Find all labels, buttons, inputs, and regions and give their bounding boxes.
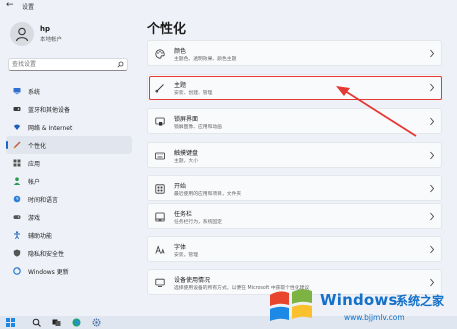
card-title: 设备使用情况 [174,277,211,284]
user-profile[interactable]: hp 本地帐户 [10,22,130,48]
edge-browser-icon[interactable] [72,318,81,327]
settings-card-fonts[interactable]: 字体 安装，管理 [147,236,442,262]
card-title: 颜色 [174,48,187,55]
card-title: 字体 [174,244,187,251]
card-title: 开始 [174,183,187,190]
sidebar-item-label: Windows 更新 [28,269,69,276]
sidebar-item-system[interactable]: 系统 [6,82,132,100]
sidebar-item-label: 辅助功能 [28,233,53,240]
back-arrow-icon[interactable]: ← [6,0,14,10]
bluetooth-icon [13,107,21,111]
card-subtitle: 最近使用的应用和项目，文件夹 [174,192,242,197]
wifi-icon [13,124,21,130]
sidebar-item-personalization[interactable]: 个性化 [6,136,132,154]
start-icon [155,184,165,194]
sidebar-nav: 系统 蓝牙和其他设备 网络 & Internet 个性化 应用 帐户 时间和语言… [6,82,132,280]
active-indicator [6,141,8,149]
person-avatar-icon [15,27,29,42]
avatar [10,22,34,46]
apps-icon [13,159,21,167]
card-subtitle: 主题，大小 [174,159,198,164]
sidebar-item-label: 个性化 [28,143,47,150]
person-icon [13,177,21,185]
sidebar-item-label: 网络 & Internet [28,125,73,132]
accessibility-icon [14,231,20,239]
settings-card-touch-keyboard[interactable]: 触摸键盘 主题，大小 [147,142,442,168]
windows-logo-icon [270,289,312,321]
settings-card-taskbar[interactable]: 任务栏 任务栏行为，系统固定 [147,203,442,229]
chevron-right-icon [430,49,435,58]
sidebar-item-label: 应用 [28,161,41,168]
sidebar-item-label: 帐户 [28,179,41,186]
lock-screen-icon [155,117,165,126]
keyboard-icon [155,152,165,160]
title-bar: ← 设置 [0,0,457,14]
page-title: 个性化 [147,22,187,37]
sidebar-item-label: 游戏 [28,215,41,222]
card-title: 锁屏界面 [174,116,199,123]
watermark-url: www.bjjmlv.com [344,313,405,322]
sidebar-item-label: 蓝牙和其他设备 [28,107,71,114]
card-title: 主题 [174,82,187,89]
sidebar-item-bluetooth[interactable]: 蓝牙和其他设备 [6,100,132,118]
sidebar-item-time-language[interactable]: 时间和语言 [6,190,132,208]
user-name: hp [40,25,50,33]
windows-start-icon[interactable] [6,318,15,327]
palette-icon [155,49,165,59]
taskbar-search-icon[interactable] [32,318,41,327]
chevron-right-icon [430,212,435,221]
settings-card-colors[interactable]: 颜色 主题色、透明效果、颜色主题 [147,40,442,66]
sidebar-item-accessibility[interactable]: 辅助功能 [6,226,132,244]
shield-icon [13,249,21,257]
card-subtitle: 锁屏图像、应用和动画 [174,125,222,130]
sidebar-item-label: 系统 [28,89,41,96]
globe-clock-icon [13,195,21,203]
sidebar-item-apps[interactable]: 应用 [6,154,132,172]
sidebar-item-label: 时间和语言 [28,197,59,204]
sidebar-item-privacy[interactable]: 隐私和安全性 [6,244,132,262]
card-subtitle: 安装、创建、管理 [174,91,213,96]
font-icon [155,245,165,254]
watermark-site-name: 系统之家 [396,294,445,308]
taskbar-icon [155,212,165,222]
gamepad-icon [13,215,21,219]
card-subtitle: 任务栏行为，系统固定 [174,220,222,225]
search-input[interactable] [12,59,112,70]
update-icon [13,267,21,275]
card-subtitle: 主题色、透明效果、颜色主题 [174,57,237,62]
sidebar-item-windows-update[interactable]: Windows 更新 [6,262,132,280]
card-title: 触摸键盘 [174,150,199,157]
sidebar-item-network[interactable]: 网络 & Internet [6,118,132,136]
settings-gear-icon[interactable] [92,318,101,327]
card-subtitle: 安装，管理 [174,253,198,258]
watermark: Windows 系统之家 www.bjjmlv.com [262,283,457,329]
sidebar-item-gaming[interactable]: 游戏 [6,208,132,226]
task-view-icon[interactable] [52,318,61,327]
chevron-right-icon [430,245,435,254]
card-title: 任务栏 [174,211,193,218]
chevron-right-icon [430,83,435,92]
monitor-icon [13,88,21,95]
settings-card-start[interactable]: 开始 最近使用的应用和项目，文件夹 [147,175,442,201]
search-box[interactable] [8,58,128,71]
watermark-brand: Windows [320,291,398,309]
account-type: 本地帐户 [40,37,63,43]
chevron-right-icon [430,117,435,126]
search-icon[interactable] [117,61,124,68]
window-title: 设置 [22,4,35,11]
sidebar-item-accounts[interactable]: 帐户 [6,172,132,190]
annotation-arrow [336,86,417,137]
chevron-right-icon [430,184,435,193]
device-usage-icon [155,278,165,288]
brush-icon [13,141,21,149]
chevron-right-icon [430,151,435,160]
brush-icon [155,84,164,93]
sidebar-item-label: 隐私和安全性 [28,251,65,258]
